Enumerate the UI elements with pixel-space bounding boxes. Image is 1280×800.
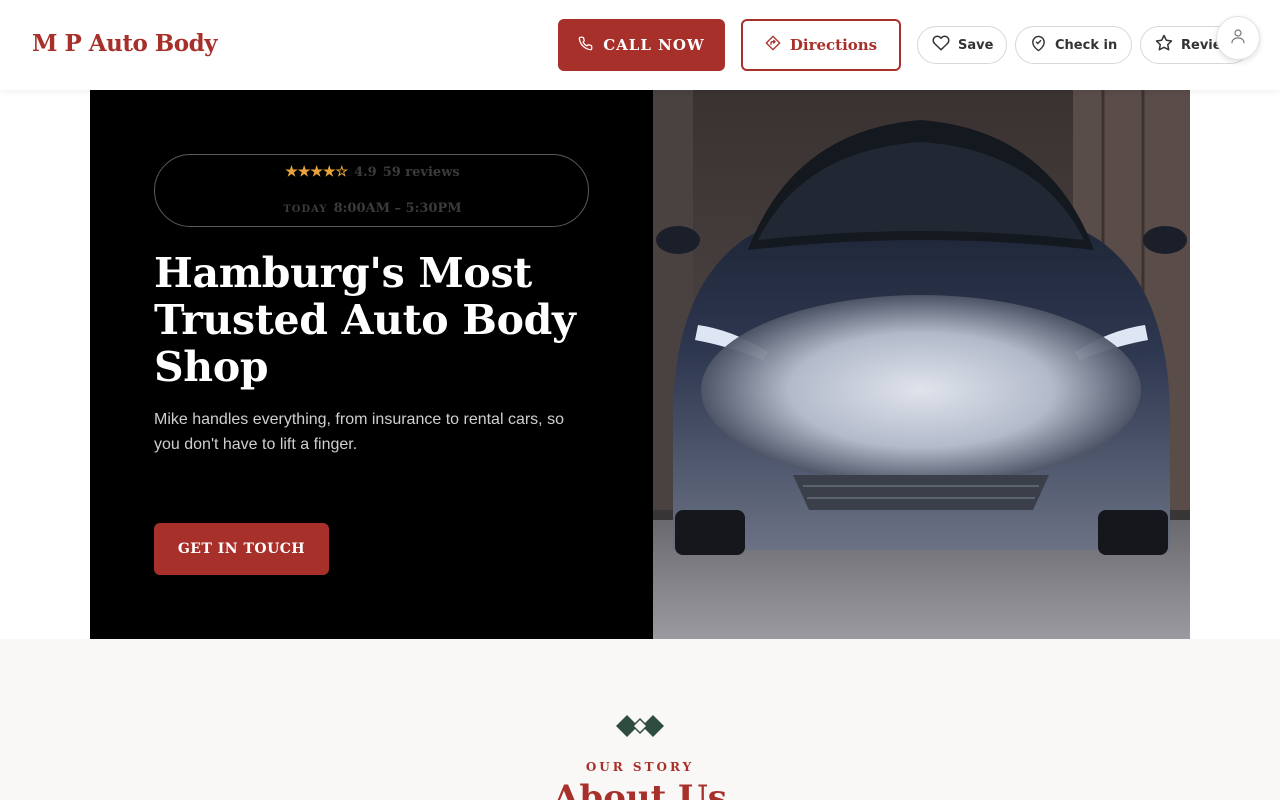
get-in-touch-button[interactable]: GET IN TOUCH: [154, 523, 329, 575]
star-icon: [1155, 34, 1173, 56]
rating-row: ★★★★☆ 4.9 59 reviews: [155, 164, 590, 180]
directions-icon: [765, 35, 781, 55]
call-now-label: CALL NOW: [603, 36, 705, 54]
car-photo-illustration: [653, 90, 1190, 639]
review-count[interactable]: 59 reviews: [383, 165, 460, 180]
pin-icon: [1030, 35, 1047, 56]
section-eyebrow: OUR STORY: [585, 760, 695, 774]
logo[interactable]: M P Auto Body: [32, 27, 218, 61]
today-label: TODAY: [283, 204, 328, 215]
hours-row: TODAY 8:00AM – 5:30PM: [155, 197, 590, 216]
rating-stars: ★★★★☆: [285, 164, 349, 180]
save-label: Save: [958, 37, 994, 53]
check-in-label: Check in: [1055, 37, 1118, 53]
about-title: About Us: [553, 778, 727, 800]
hero-panel: ★★★★☆ 4.9 59 reviews TODAY 8:00AM – 5:30PM …: [90, 90, 653, 639]
site-header: M P Auto Body CALL NOW Directions Save C…: [0, 0, 1280, 90]
heart-icon: [932, 34, 950, 56]
save-button[interactable]: Save: [917, 26, 1007, 64]
directions-button[interactable]: Directions: [741, 19, 901, 71]
user-account-button[interactable]: [1216, 16, 1260, 60]
hero-title: Hamburg's Most Trusted Auto Body Shop: [154, 249, 576, 391]
user-icon: [1229, 27, 1247, 49]
call-now-button[interactable]: CALL NOW: [558, 19, 725, 71]
directions-label: Directions: [789, 36, 878, 54]
rating-hours-box: ★★★★☆ 4.9 59 reviews TODAY 8:00AM – 5:30PM: [154, 154, 589, 227]
phone-icon: [578, 36, 593, 55]
hero-subtitle: Mike handles everything, from insurance …: [154, 411, 564, 453]
check-in-button[interactable]: Check in: [1015, 26, 1132, 64]
hours-value: 8:00AM – 5:30PM: [333, 201, 462, 216]
hero-image: [653, 90, 1190, 639]
rating-value: 4.9: [354, 165, 377, 180]
diamond-ornament-icon: [614, 713, 666, 743]
